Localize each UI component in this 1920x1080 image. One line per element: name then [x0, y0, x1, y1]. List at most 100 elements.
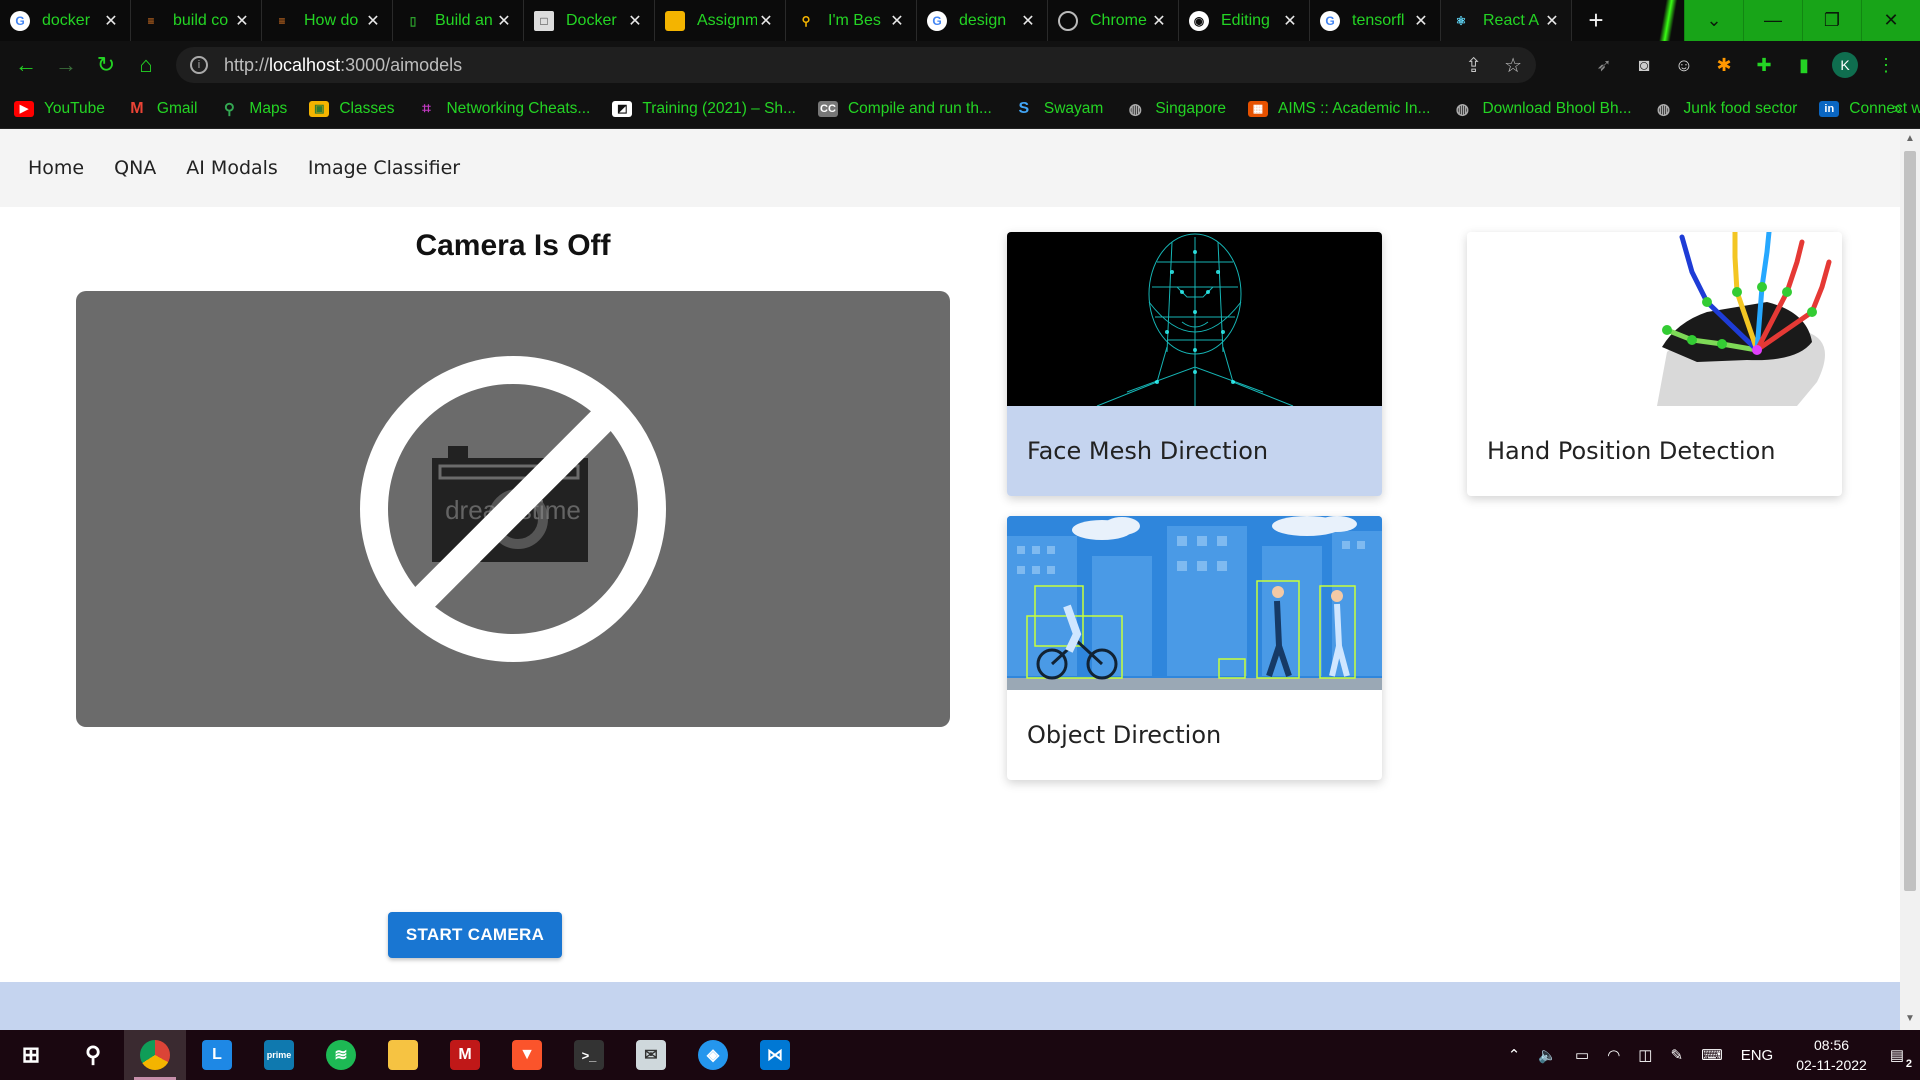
browser-tab[interactable]: Gtensorfl ✕	[1310, 0, 1441, 41]
tab-search-icon[interactable]: ⌄	[1684, 0, 1743, 41]
page-scrollbar[interactable]: ▲ ▼	[1900, 129, 1920, 1030]
mail-app-icon[interactable]: ✉	[620, 1030, 682, 1080]
spotify-icon[interactable]: ≋	[310, 1030, 372, 1080]
hand-position-image	[1467, 232, 1842, 406]
profile-avatar[interactable]: K	[1832, 52, 1858, 78]
nav-qna[interactable]: QNA	[114, 157, 156, 179]
scrollbar-thumb[interactable]	[1904, 151, 1916, 891]
address-bar[interactable]: i http://localhost:3000/aimodels ⇪ ☆	[176, 47, 1536, 83]
bookmark-item[interactable]: ◩ Training (2021) – Sh...	[612, 100, 796, 118]
side-panel-icon[interactable]: ▮	[1792, 53, 1816, 77]
close-icon[interactable]: ✕	[1019, 11, 1037, 31]
browser-tab[interactable]: Assignm ✕	[655, 0, 786, 41]
close-icon[interactable]: ✕	[1150, 11, 1168, 31]
model-card-object-detection[interactable]: Object Direction	[1007, 516, 1382, 780]
back-icon[interactable]: ←	[6, 52, 46, 78]
keyboard-icon[interactable]: ⌨	[1701, 1046, 1723, 1064]
browser-tab[interactable]: Gdesign ✕	[917, 0, 1048, 41]
file-explorer-icon[interactable]	[372, 1030, 434, 1080]
more-bookmarks-icon[interactable]: »	[1893, 100, 1902, 118]
language-indicator[interactable]: ENG	[1741, 1047, 1774, 1064]
card-label: Face Mesh Direction	[1007, 406, 1382, 496]
google-icon: G	[10, 10, 30, 31]
close-icon[interactable]: ✕	[1281, 11, 1299, 31]
model-card-hand-position[interactable]: Hand Position Detection	[1467, 232, 1842, 496]
bookmark-item[interactable]: in Connect with	[1819, 100, 1920, 118]
scroll-down-icon[interactable]: ▼	[1905, 1013, 1915, 1024]
rocket-extension-icon[interactable]: ➶	[1592, 53, 1616, 77]
volume-icon[interactable]: 🔈	[1538, 1046, 1557, 1064]
clock[interactable]: 08:56 02-11-2022	[1796, 1035, 1867, 1075]
close-icon[interactable]: ✕	[888, 11, 906, 31]
bookmark-item[interactable]: ▶ YouTube	[14, 100, 105, 118]
bug-extension-icon[interactable]: ✱	[1712, 53, 1736, 77]
camera-tray-icon[interactable]: ◫	[1638, 1046, 1652, 1064]
close-icon[interactable]: ✕	[233, 11, 251, 31]
close-icon[interactable]: ✕	[1543, 11, 1561, 31]
close-icon[interactable]: ✕	[626, 11, 644, 31]
taskbar-search-icon[interactable]: ⚲	[62, 1030, 124, 1080]
close-window-icon[interactable]: ✕	[1861, 0, 1920, 41]
youtube-icon: ▶	[14, 100, 34, 117]
card-label: Hand Position Detection	[1487, 437, 1776, 465]
close-icon[interactable]: ✕	[1412, 11, 1430, 31]
site-info-icon[interactable]: i	[190, 56, 208, 74]
close-icon[interactable]: ✕	[495, 11, 513, 31]
start-camera-button[interactable]: START CAMERA	[388, 912, 562, 958]
docker-icon[interactable]: ◈	[682, 1030, 744, 1080]
browser-tab[interactable]: □ Docker ✕	[524, 0, 655, 41]
minimize-icon[interactable]: —	[1743, 0, 1802, 41]
terminal-icon[interactable]: >_	[558, 1030, 620, 1080]
browser-tab[interactable]: ≡ build co ✕	[131, 0, 262, 41]
windows-start-icon[interactable]: ⊞	[0, 1030, 62, 1080]
model-card-face-mesh[interactable]: Face Mesh Direction	[1007, 232, 1382, 496]
close-icon[interactable]: ✕	[102, 11, 120, 31]
browser-tab-active[interactable]: ⚛ React A ✕	[1441, 0, 1572, 41]
nav-image-classifier[interactable]: Image Classifier	[308, 157, 460, 179]
browser-tab[interactable]: ⚲ I'm Bes ✕	[786, 0, 917, 41]
lens-app-icon[interactable]: L	[186, 1030, 248, 1080]
camera-extension-icon[interactable]: ◙	[1632, 53, 1656, 77]
reload-icon[interactable]: ↻	[86, 52, 126, 78]
browser-tab[interactable]: Gdocker ✕	[0, 0, 131, 41]
restore-icon[interactable]: ❐	[1802, 0, 1861, 41]
bookmark-item[interactable]: ◍ Download Bhool Bh...	[1452, 100, 1632, 118]
share-icon[interactable]: ⇪	[1465, 53, 1482, 78]
chevron-up-icon[interactable]: ⌃	[1508, 1046, 1521, 1064]
prime-video-icon[interactable]: prime	[248, 1030, 310, 1080]
bookmark-item[interactable]: CC Compile and run th...	[817, 100, 992, 118]
bookmark-star-icon[interactable]: ☆	[1504, 53, 1522, 78]
new-tab-button[interactable]: +	[1572, 0, 1620, 41]
browser-tab[interactable]: Chrome ✕	[1048, 0, 1179, 41]
mcafee-icon[interactable]: M	[434, 1030, 496, 1080]
close-icon[interactable]: ✕	[364, 11, 382, 31]
wifi-icon[interactable]: ◠	[1607, 1046, 1620, 1064]
nav-ai-modals[interactable]: AI Modals	[186, 157, 278, 179]
bookmark-item[interactable]: ◍ Junk food sector	[1654, 100, 1797, 118]
chrome-taskbar-icon[interactable]	[124, 1030, 186, 1080]
home-icon[interactable]: ⌂	[126, 52, 166, 78]
bookmark-item[interactable]: S Swayam	[1014, 100, 1104, 118]
scroll-up-icon[interactable]: ▲	[1905, 133, 1915, 144]
bookmark-item[interactable]: ▣ Classes	[309, 100, 394, 118]
nav-home[interactable]: Home	[28, 157, 84, 179]
brave-icon[interactable]: ▼	[496, 1030, 558, 1080]
vscode-icon[interactable]: ⋈	[744, 1030, 806, 1080]
bookmark-item[interactable]: ⌗ Networking Cheats...	[416, 100, 590, 118]
training-icon: ◩	[612, 100, 633, 117]
extensions-puzzle-icon[interactable]: ✚	[1752, 53, 1776, 77]
menu-kebab-icon[interactable]: ⋮	[1874, 53, 1898, 77]
close-icon[interactable]: ✕	[757, 11, 775, 31]
battery-icon[interactable]: ▭	[1575, 1046, 1589, 1064]
bookmark-item[interactable]: ◍ Singapore	[1125, 100, 1226, 118]
browser-tab[interactable]: ◉ Editing ✕	[1179, 0, 1310, 41]
pen-icon[interactable]: ✎	[1670, 1046, 1683, 1064]
browser-tab[interactable]: ▯ Build an ✕	[393, 0, 524, 41]
bookmark-item[interactable]: M Gmail	[127, 100, 197, 118]
notification-icon[interactable]: ▤ 2	[1890, 1046, 1912, 1070]
face-extension-icon[interactable]: ☺	[1672, 53, 1696, 77]
forward-icon[interactable]: →	[46, 52, 86, 78]
bookmark-item[interactable]: ⚲ Maps	[219, 100, 287, 118]
bookmark-item[interactable]: ▦ AIMS :: Academic In...	[1247, 100, 1430, 118]
browser-tab[interactable]: ≡ How do ✕	[262, 0, 393, 41]
